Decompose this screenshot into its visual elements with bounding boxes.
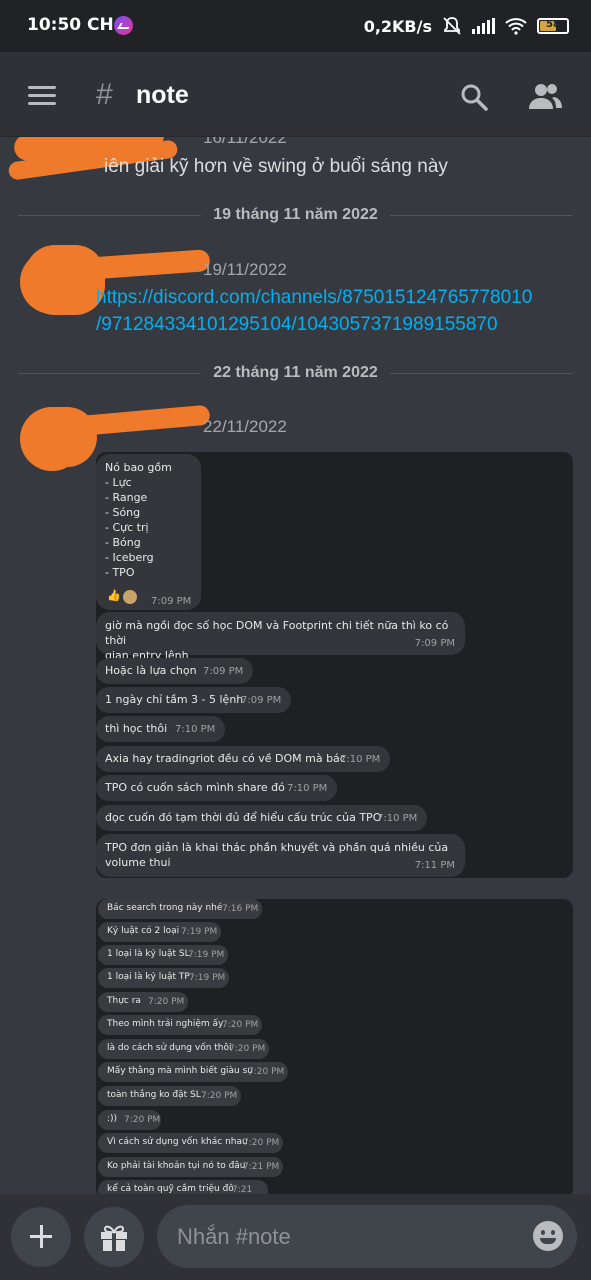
- message-list[interactable]: 16/11/2022 iên giải kỹ hơn về swing ở bu…: [0, 137, 591, 1194]
- chat-bubble: Kỷ luật có 2 loại 7:19 PM: [98, 922, 221, 942]
- reaction-icon: 👍: [107, 589, 121, 602]
- chat-bubble: Ko phải tài khoản tụi nó to đâu 7:21 PM: [98, 1157, 283, 1177]
- mute-icon: [443, 17, 461, 35]
- reaction-avatar: [123, 590, 137, 604]
- channel-hash-icon: #: [96, 78, 113, 111]
- channel-header: # note: [0, 52, 591, 137]
- battery-level: 58: [546, 19, 560, 30]
- message-input[interactable]: Nhắn #note: [157, 1205, 577, 1268]
- chat-bubble: Mấy thằng mà mình biết giàu sụ 7:20 PM: [98, 1062, 288, 1082]
- chat-bubble: TPO đơn giản là khai thác phần khuyết và…: [96, 834, 465, 877]
- status-time: 10:50 CH: [27, 15, 114, 35]
- chat-bubble: Vì cách sử dụng vốn khác nhau 7:20 PM: [98, 1133, 283, 1153]
- gift-icon: [101, 1225, 127, 1251]
- status-bar: 10:50 CH 0,2KB/s 58: [0, 0, 591, 52]
- message-text: iên giải kỹ hơn về swing ở buổi sáng này: [104, 156, 448, 177]
- chat-bubble: 1 ngày chỉ tầm 3 - 5 lệnh 7:09 PM: [96, 687, 291, 713]
- chat-bubble: là do cách sử dụng vốn thôi 7:20 PM: [98, 1039, 269, 1059]
- messenger-icon: [114, 16, 133, 35]
- chat-bubble: 1 loại là kỷ luật TP 7:19 PM: [98, 968, 229, 988]
- composer-bar: Nhắn #note: [0, 1194, 591, 1280]
- channel-title: note: [136, 81, 189, 109]
- date-separator: 19 tháng 11 năm 2022: [18, 205, 573, 225]
- search-icon[interactable]: [460, 83, 488, 111]
- chat-bubble: Bác search trong này nhé 7:16 PM: [98, 899, 262, 919]
- chat-bubble: toàn thắng ko đặt SL 7:20 PM: [98, 1086, 241, 1106]
- message-timestamp: 19/11/2022: [203, 260, 287, 279]
- chat-bubble: :)) 7:20 PM: [98, 1110, 161, 1130]
- chat-bubble: TPO có cuốn sách mình share đó 7:10 PM: [96, 775, 337, 801]
- message-input-placeholder: Nhắn #note: [177, 1224, 291, 1249]
- image-attachment[interactable]: Nó bao gồm - Lực - Range - Sóng - Cực trị - B…: [96, 452, 573, 878]
- chat-bubble: thì học thôi 7:10 PM: [96, 716, 225, 742]
- add-attachment-button[interactable]: [11, 1207, 71, 1267]
- chat-bubble: 1 loại là kỷ luật SL 7:19 PM: [98, 945, 228, 965]
- chat-bubble: Thực ra 7:20 PM: [98, 992, 188, 1012]
- chat-bubble: Hoặc là lựa chọn 7:09 PM: [96, 658, 253, 684]
- message-timestamp: 22/11/2022: [203, 417, 287, 436]
- chat-bubble: Theo mình trải nghiệm ấy 7:20 PM: [98, 1015, 262, 1035]
- gift-button[interactable]: [84, 1207, 144, 1267]
- message-link[interactable]: https://discord.com/channels/87501512476…: [96, 284, 532, 338]
- chat-bubble: Axia hay tradingriot đều có về DOM mà bá…: [96, 746, 390, 772]
- image-attachment[interactable]: Bác search trong này nhé 7:16 PM Kỷ luật …: [96, 899, 573, 1194]
- signal-icon: [472, 18, 495, 34]
- chat-bubble: giờ mà ngồi đọc số học DOM và Footprint …: [96, 612, 465, 662]
- emoji-icon[interactable]: [533, 1221, 563, 1251]
- wifi-icon: [505, 18, 527, 35]
- status-right: 0,2KB/s 58: [364, 15, 569, 37]
- message-timestamp: 16/11/2022: [203, 137, 287, 147]
- battery-icon: 58: [537, 18, 569, 34]
- net-speed: 0,2KB/s: [363, 16, 432, 36]
- date-separator: 22 tháng 11 năm 2022: [18, 363, 573, 383]
- hamburger-icon[interactable]: [28, 86, 56, 106]
- chat-bubble: kể cả toàn quỹ cầm triệu đô7:21 PM: [98, 1180, 268, 1194]
- members-icon[interactable]: [528, 82, 562, 110]
- chat-bubble: đọc cuốn đó tạm thời đủ để hiểu cấu trúc…: [96, 805, 427, 831]
- chat-bubble: Nó bao gồm - Lực - Range - Sóng - Cực trị - B…: [96, 454, 201, 610]
